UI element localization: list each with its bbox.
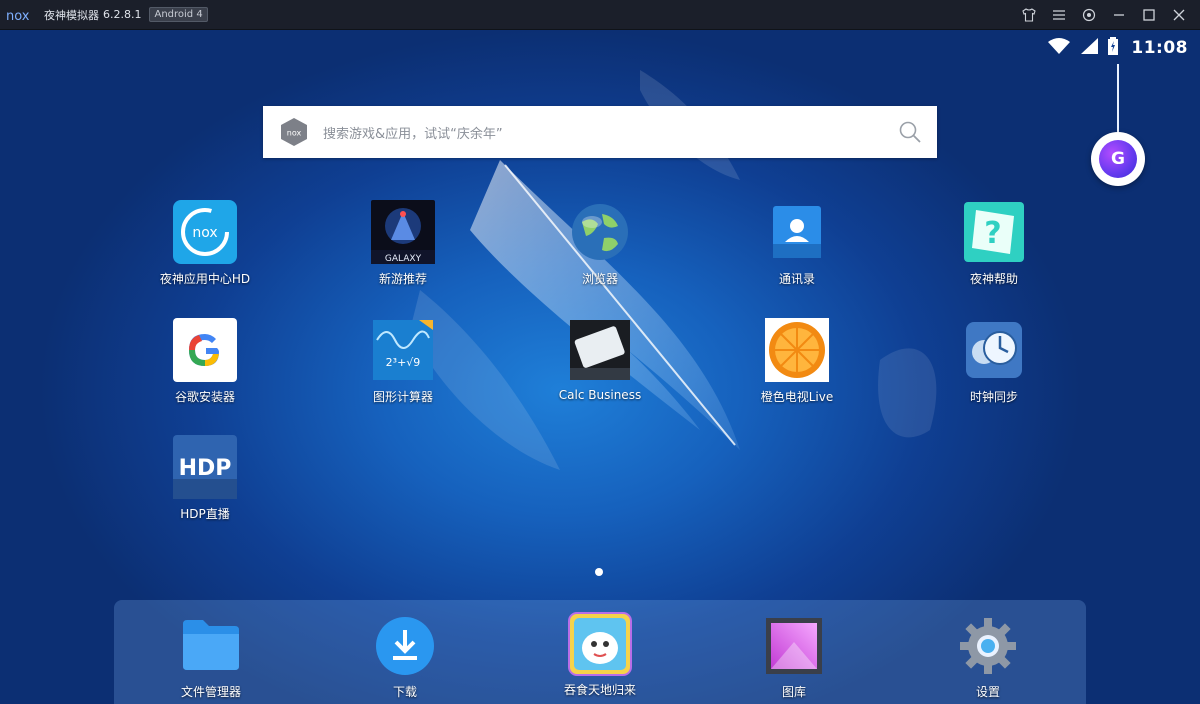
app-label: 夜神帮助: [969, 272, 1018, 286]
status-clock: 11:08: [1131, 38, 1188, 58]
svg-text:nox: nox: [192, 225, 217, 241]
dock-download[interactable]: 下载: [335, 614, 475, 700]
dock-label: 下载: [392, 685, 417, 699]
app-version: 6.2.8.1: [103, 8, 142, 21]
app-label: 橙色电视Live: [760, 390, 834, 404]
globe-browser-icon: [568, 200, 632, 264]
close-icon[interactable]: [1164, 0, 1194, 30]
app-nox-app-center[interactable]: nox 夜神应用中心HD: [135, 200, 275, 287]
dock-gallery[interactable]: 图库: [724, 614, 864, 700]
app-label: 夜神应用中心HD: [159, 272, 251, 286]
dock-file-manager[interactable]: 文件管理器: [141, 614, 281, 700]
wifi-icon: [1047, 37, 1071, 59]
help-icon: ?: [962, 200, 1026, 264]
graphing-calculator-icon: 2³+√9: [371, 318, 435, 382]
app-label: 通讯录: [778, 272, 815, 286]
game-tunshi-icon: [568, 612, 632, 676]
svg-text:2³+√9: 2³+√9: [386, 356, 421, 369]
contacts-icon: [765, 200, 829, 264]
settings-gear-icon: [956, 614, 1020, 678]
app-nox-help[interactable]: ? 夜神帮助: [924, 200, 1064, 287]
app-label: 浏览器: [581, 272, 618, 286]
nox-hex-icon: nox: [281, 118, 307, 146]
assistant-tether: [1117, 64, 1119, 134]
app-label: 图形计算器: [372, 390, 433, 404]
status-bar: 11:08: [1047, 36, 1188, 60]
app-label: 谷歌安装器: [174, 390, 235, 404]
app-clock-sync[interactable]: 时钟同步: [924, 318, 1064, 405]
dock-game-tunshi[interactable]: 吞食天地归来: [530, 612, 670, 698]
calc-business-icon: [568, 318, 632, 382]
gallery-icon: [762, 614, 826, 678]
dock: 文件管理器 下载 吞食天地归来 图库 设置: [114, 600, 1086, 704]
app-google-installer[interactable]: 谷歌安装器: [135, 318, 275, 405]
folder-icon: [179, 614, 243, 678]
app-orange-tv[interactable]: 橙色电视Live: [727, 318, 867, 405]
app-hdp[interactable]: HDP HDP直播: [135, 435, 275, 522]
window-controls: [1014, 0, 1194, 30]
window-titlebar: nox 夜神模拟器 6.2.8.1 Android 4: [0, 0, 1200, 30]
minimize-icon[interactable]: [1104, 0, 1134, 30]
search-bar[interactable]: nox 搜索游戏&应用，试试“庆余年”: [263, 106, 937, 158]
app-calc-business[interactable]: Calc Business: [530, 318, 670, 402]
signal-icon: [1079, 37, 1099, 59]
app-graphing-calculator[interactable]: 2³+√9 图形计算器: [333, 318, 473, 405]
app-label: Calc Business: [558, 388, 642, 402]
dock-label: 设置: [975, 685, 1000, 699]
app-label: 新游推荐: [378, 272, 427, 286]
orange-tv-icon: [765, 318, 829, 382]
svg-text:HDP: HDP: [179, 456, 232, 481]
search-input[interactable]: 搜索游戏&应用，试试“庆余年”: [323, 123, 897, 142]
dock-label: 文件管理器: [180, 685, 241, 699]
hdp-icon: HDP: [173, 435, 237, 499]
svg-text:?: ?: [984, 216, 1001, 251]
dock-settings[interactable]: 设置: [918, 614, 1058, 700]
svg-text:nox: nox: [287, 129, 302, 138]
app-label: 时钟同步: [969, 390, 1018, 404]
google-installer-icon: [173, 318, 237, 382]
page-indicator: [595, 568, 603, 576]
maximize-icon[interactable]: [1134, 0, 1164, 30]
menu-icon[interactable]: [1044, 0, 1074, 30]
android-home-screen: 11:08 G nox 搜索游戏&应用，试试“庆余年” nox 夜神应用中心HD: [0, 30, 1200, 704]
nox-logo: nox: [6, 5, 36, 25]
shirt-icon[interactable]: [1014, 0, 1044, 30]
nox-app-center-icon: nox: [173, 200, 237, 264]
battery-icon: [1107, 37, 1119, 59]
app-label: HDP直播: [180, 507, 230, 521]
assistant-g-icon: G: [1099, 140, 1137, 178]
search-icon[interactable]: [897, 119, 923, 145]
dock-label: 吞食天地归来: [563, 683, 636, 697]
svg-text:GALAXY: GALAXY: [385, 254, 422, 264]
app-new-games[interactable]: GALAXY 新游推荐: [333, 200, 473, 287]
galaxy-game-icon: GALAXY: [371, 200, 435, 264]
dock-label: 图库: [781, 685, 806, 699]
clock-sync-icon: [962, 318, 1026, 382]
app-title: 夜神模拟器: [44, 8, 99, 22]
settings-icon[interactable]: [1074, 0, 1104, 30]
svg-text:nox: nox: [6, 9, 30, 22]
floating-assistant-button[interactable]: G: [1091, 132, 1145, 186]
download-icon: [373, 614, 437, 678]
app-contacts[interactable]: 通讯录: [727, 200, 867, 287]
android-version-badge: Android 4: [149, 7, 208, 22]
app-browser[interactable]: 浏览器: [530, 200, 670, 287]
